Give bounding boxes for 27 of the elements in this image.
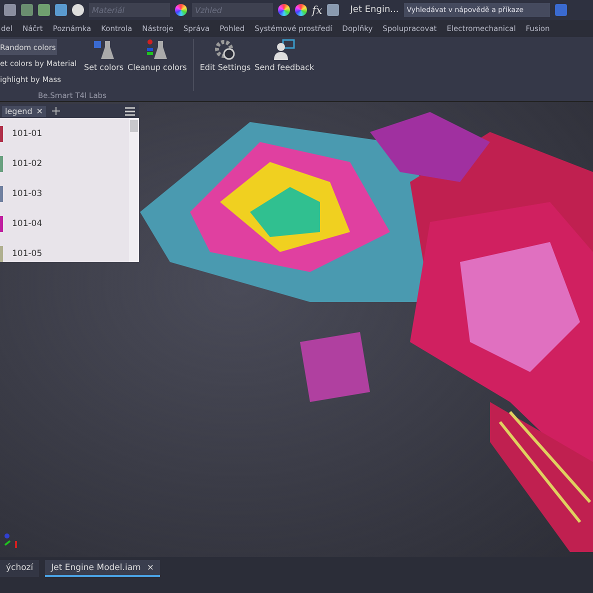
scrollbar[interactable] (129, 118, 139, 262)
formula-button[interactable]: fx (312, 4, 322, 16)
document-title: Jet Engin... (350, 5, 399, 15)
legend-label: 101-01 (12, 129, 42, 139)
plus-icon[interactable] (52, 107, 60, 115)
ribbon-button[interactable]: Cleanup colors (126, 39, 189, 72)
close-icon[interactable]: ✕ (36, 106, 43, 116)
ribbon-button[interactable]: Send feedback (252, 39, 316, 72)
color-wheel-icon[interactable] (295, 4, 307, 16)
legend-tab[interactable]: legend ✕ (2, 106, 46, 116)
axis-triad-icon (2, 533, 18, 549)
legend-label: 101-04 (12, 219, 42, 229)
legend-label: 101-02 (12, 159, 42, 169)
legend-label: 101-03 (12, 189, 42, 199)
flask-icon (92, 39, 115, 61)
ribbon-button[interactable]: Edit Settings (198, 39, 253, 72)
legend-label: 101-05 (12, 249, 42, 259)
flask-icon (146, 39, 168, 61)
color-wheel-icon[interactable] (278, 4, 290, 16)
document-tab[interactable]: Jet Engine Model.iam × (45, 560, 160, 577)
ribbon-button[interactable]: Set colors (82, 39, 126, 72)
close-icon[interactable]: × (146, 562, 154, 572)
menu-icon[interactable] (125, 106, 135, 116)
document-tab[interactable]: ýchozí (0, 560, 40, 577)
gear-icon (214, 39, 236, 61)
color-wheel-icon[interactable] (175, 4, 187, 16)
user-chat-icon (273, 39, 296, 61)
